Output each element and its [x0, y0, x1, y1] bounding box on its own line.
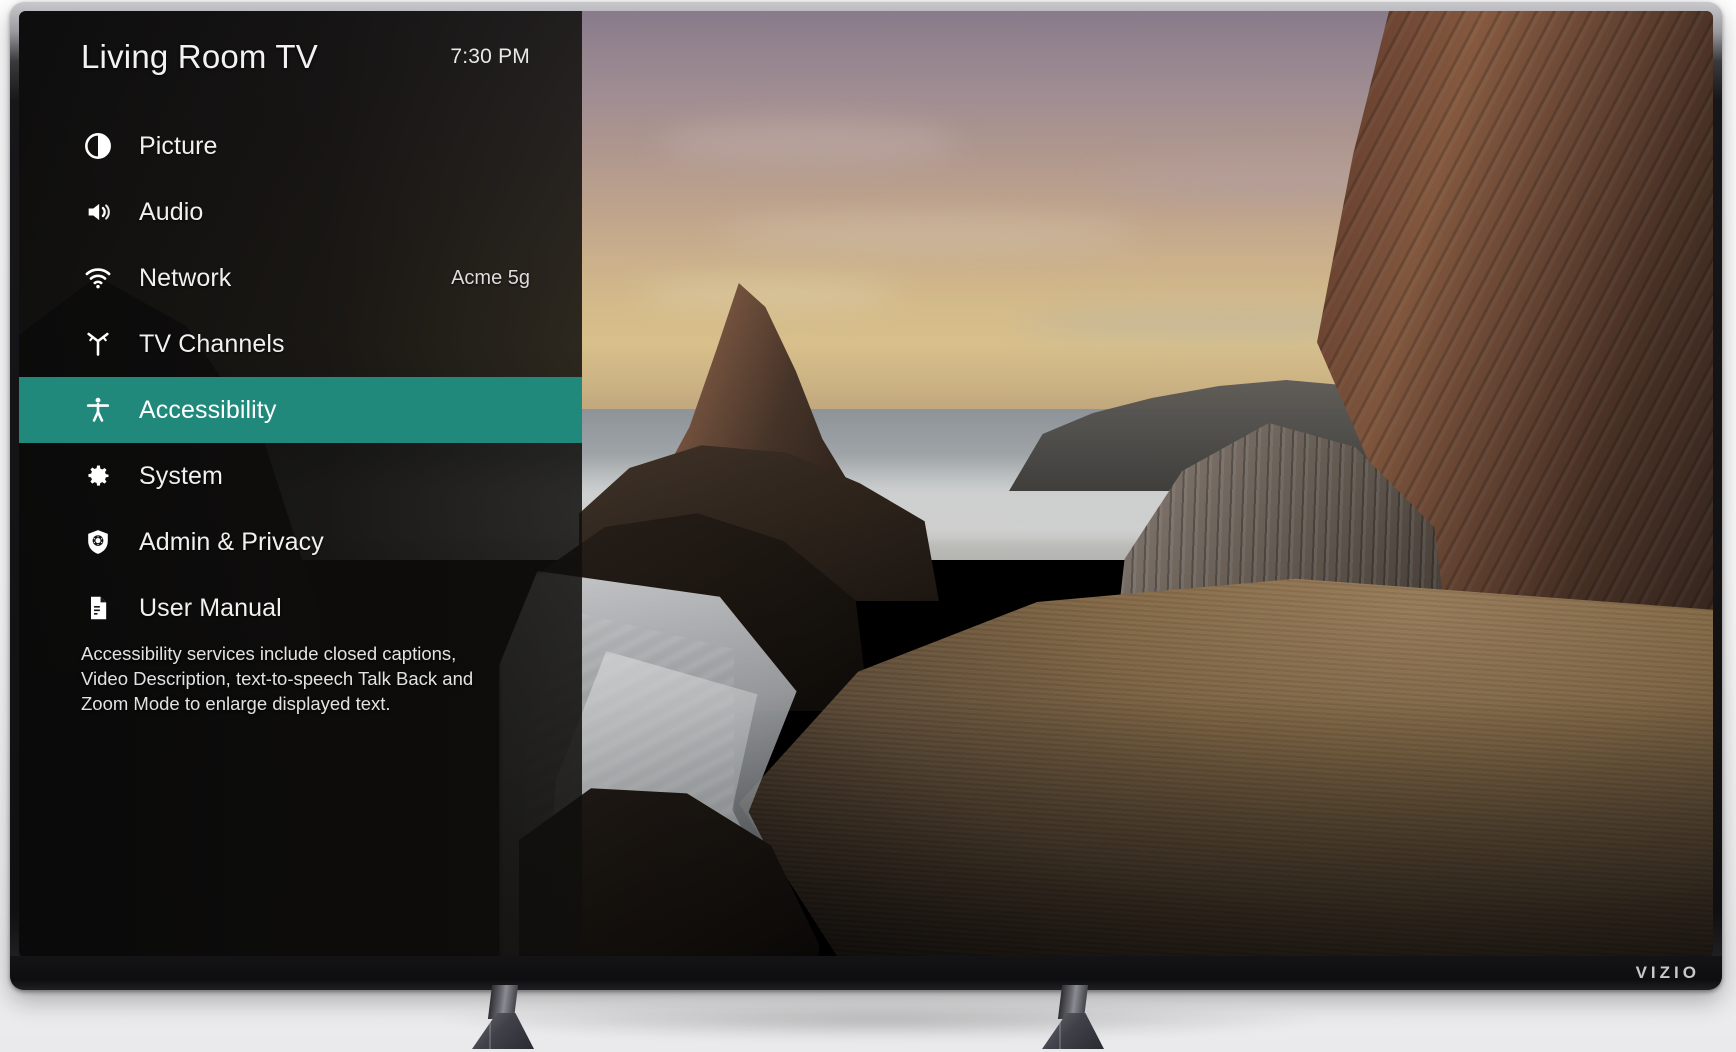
- cloud: [659, 121, 959, 165]
- antenna-icon: [81, 327, 115, 361]
- vizio-logo: VIZIO: [1635, 963, 1700, 982]
- menu-item-label: TV Channels: [139, 329, 285, 358]
- menu-item-accessibility[interactable]: Accessibility: [19, 377, 582, 443]
- menu-item-label: Admin & Privacy: [139, 527, 324, 556]
- menu-item-user-manual[interactable]: User Manual: [19, 575, 582, 641]
- gear-icon: [81, 459, 115, 493]
- menu-item-tv-channels[interactable]: TV Channels: [19, 311, 582, 377]
- menu-item-network[interactable]: Network Acme 5g: [19, 245, 582, 311]
- page-title: Living Room TV: [81, 38, 318, 75]
- menu-item-value: Acme 5g: [451, 266, 530, 289]
- television: Living Room TV 7:30 PM Picture Audio Net…: [10, 2, 1722, 990]
- menu-item-picture[interactable]: Picture: [19, 113, 582, 179]
- settings-menu-panel: Living Room TV 7:30 PM Picture Audio Net…: [19, 11, 582, 958]
- menu-item-label: Picture: [139, 131, 218, 160]
- speaker-icon: [81, 195, 115, 229]
- cloud: [639, 279, 899, 309]
- tv-floor-shadow: [430, 1000, 1330, 1040]
- cloud: [719, 216, 1139, 252]
- menu-item-label: User Manual: [139, 593, 282, 622]
- menu-item-label: Network: [139, 263, 232, 292]
- tv-brand-strip: VIZIO: [10, 956, 1722, 990]
- menu-item-label: Accessibility: [139, 395, 277, 424]
- menu-item-audio[interactable]: Audio: [19, 179, 582, 245]
- tv-leg-foot: [1042, 1013, 1104, 1049]
- menu-description: Accessibility services include closed ca…: [81, 643, 474, 714]
- menu-item-admin-privacy[interactable]: Admin & Privacy: [19, 509, 582, 575]
- wifi-icon: [81, 261, 115, 295]
- menu-item-system[interactable]: System: [19, 443, 582, 509]
- document-icon: [81, 591, 115, 625]
- menu-item-label: System: [139, 461, 223, 490]
- tv-leg-left: [472, 985, 534, 1049]
- tv-screen: Living Room TV 7:30 PM Picture Audio Net…: [19, 11, 1713, 958]
- tv-leg-right: [1042, 985, 1104, 1049]
- room-background: Living Room TV 7:30 PM Picture Audio Net…: [0, 0, 1736, 1052]
- settings-menu-list: Picture Audio Network Acme 5g TV Channel…: [19, 113, 582, 641]
- contrast-icon: [81, 129, 115, 163]
- menu-item-label: Audio: [139, 197, 204, 226]
- tv-screen-bezel: Living Room TV 7:30 PM Picture Audio Net…: [19, 11, 1713, 958]
- menu-header: Living Room TV 7:30 PM: [19, 11, 582, 103]
- accessibility-icon: [81, 393, 115, 427]
- tv-leg-foot: [472, 1013, 534, 1049]
- beach-sand-shadow: [719, 698, 1713, 958]
- shield-gear-icon: [81, 525, 115, 559]
- clock: 7:30 PM: [450, 45, 530, 68]
